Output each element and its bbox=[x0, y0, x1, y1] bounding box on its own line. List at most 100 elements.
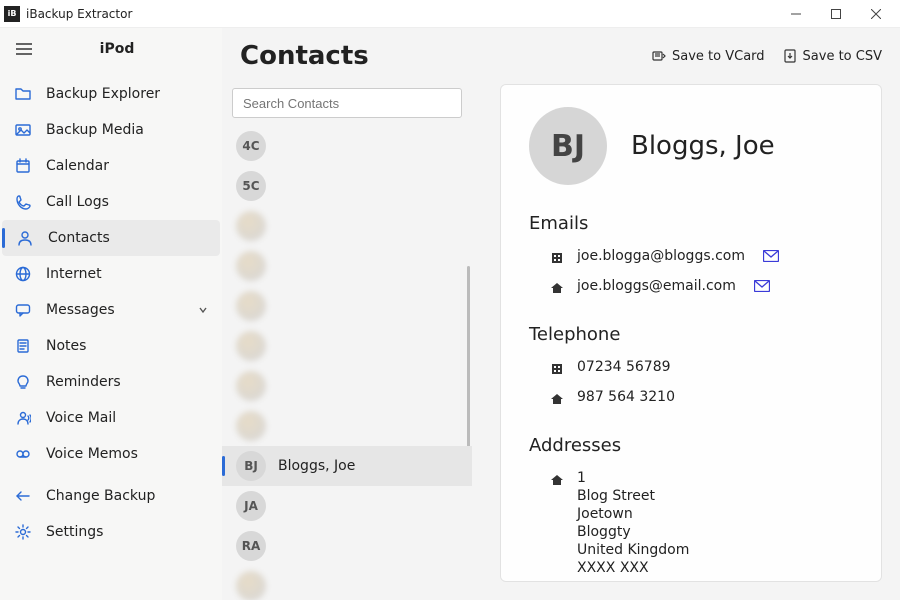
address-line: Bloggty bbox=[577, 524, 689, 540]
mail-icon[interactable] bbox=[754, 278, 770, 294]
sidebar-item-label: Voice Mail bbox=[46, 410, 116, 426]
work-icon bbox=[549, 250, 565, 266]
sidebar-item-change-backup[interactable]: Change Backup bbox=[0, 478, 222, 514]
app-icon: iB bbox=[4, 6, 20, 22]
sidebar-item-voice-memos[interactable]: Voice Memos bbox=[0, 436, 222, 472]
sidebar-item-settings[interactable]: Settings bbox=[0, 514, 222, 550]
nav-footer: Change Backup Settings bbox=[0, 472, 222, 600]
minimize-button[interactable] bbox=[776, 0, 816, 28]
nav-list: Backup Explorer Backup Media Calendar Call … bbox=[0, 70, 222, 472]
folder-icon bbox=[14, 85, 32, 103]
phone-icon bbox=[14, 193, 32, 211]
list-item[interactable]: JA bbox=[222, 486, 472, 526]
sidebar: iPod Backup ExplorerBackup MediaCalendar… bbox=[0, 28, 222, 600]
telephone-title: Telephone bbox=[529, 324, 853, 345]
message-icon bbox=[14, 301, 32, 319]
work-icon bbox=[549, 361, 565, 377]
sidebar-item-backup-media[interactable]: Backup Media bbox=[0, 112, 222, 148]
sidebar-item-label: Call Logs bbox=[46, 194, 109, 210]
list-item[interactable] bbox=[222, 246, 472, 286]
avatar bbox=[236, 211, 266, 241]
sidebar-item-label: Reminders bbox=[46, 374, 121, 390]
arrow-left-icon bbox=[14, 487, 32, 505]
toolbar: Contacts Save to VCard Save to CSV bbox=[222, 28, 900, 84]
sidebar-item-backup-explorer[interactable]: Backup Explorer bbox=[0, 76, 222, 112]
page-title: Contacts bbox=[240, 41, 369, 71]
sidebar-item-reminders[interactable]: Reminders bbox=[0, 364, 222, 400]
contact-list[interactable]: 4C 5C BJBloggs, Joe JA RA bbox=[222, 126, 472, 600]
list-item[interactable]: 4C bbox=[222, 126, 472, 166]
app-title: iBackup Extractor bbox=[26, 7, 132, 21]
contact-row-name: Bloggs, Joe bbox=[278, 458, 355, 474]
avatar bbox=[236, 371, 266, 401]
save-csv-label: Save to CSV bbox=[803, 49, 882, 64]
sidebar-item-label: Voice Memos bbox=[46, 446, 138, 462]
contact-card: BJ Bloggs, Joe Emails joe.blogga@bloggs.… bbox=[500, 84, 882, 582]
email-value: joe.bloggs@email.com bbox=[577, 278, 736, 294]
sidebar-item-call-logs[interactable]: Call Logs bbox=[0, 184, 222, 220]
list-item[interactable]: BJBloggs, Joe bbox=[222, 446, 472, 486]
sidebar-item-label: Notes bbox=[46, 338, 86, 354]
list-item[interactable] bbox=[222, 286, 472, 326]
list-item[interactable]: RA bbox=[222, 526, 472, 566]
sidebar-item-internet[interactable]: Internet bbox=[0, 256, 222, 292]
list-item[interactable] bbox=[222, 326, 472, 366]
gear-icon bbox=[14, 523, 32, 541]
list-item[interactable] bbox=[222, 206, 472, 246]
memo-icon bbox=[14, 445, 32, 463]
sidebar-item-notes[interactable]: Notes bbox=[0, 328, 222, 364]
emails-title: Emails bbox=[529, 213, 853, 234]
calendar-icon bbox=[14, 157, 32, 175]
emails-section: Emails joe.blogga@bloggs.com joe.bloggs@e… bbox=[529, 213, 853, 304]
chevron-down-icon bbox=[198, 305, 208, 315]
home-icon bbox=[549, 280, 565, 296]
sidebar-item-label: Backup Media bbox=[46, 122, 144, 138]
avatar bbox=[236, 291, 266, 321]
address-line: XXXX XXX bbox=[577, 560, 689, 576]
sidebar-item-voice-mail[interactable]: Voice Mail bbox=[0, 400, 222, 436]
email-value: joe.blogga@bloggs.com bbox=[577, 248, 745, 264]
save-vcard-label: Save to VCard bbox=[672, 49, 765, 64]
list-item[interactable] bbox=[222, 366, 472, 406]
voicemail-icon bbox=[14, 409, 32, 427]
sidebar-item-label: Calendar bbox=[46, 158, 109, 174]
phone-value: 07234 56789 bbox=[577, 359, 671, 375]
address-line: United Kingdom bbox=[577, 542, 689, 558]
list-item[interactable]: 5C bbox=[222, 166, 472, 206]
titlebar: iB iBackup Extractor bbox=[0, 0, 900, 28]
sidebar-item-label: Contacts bbox=[48, 230, 110, 246]
image-icon bbox=[14, 121, 32, 139]
save-vcard-button[interactable]: Save to VCard bbox=[652, 49, 765, 64]
avatar: 4C bbox=[236, 131, 266, 161]
sidebar-item-label: Change Backup bbox=[46, 488, 155, 504]
hamburger-icon[interactable] bbox=[10, 35, 38, 63]
home-icon bbox=[549, 472, 565, 488]
sidebar-item-label: Backup Explorer bbox=[46, 86, 160, 102]
note-icon bbox=[14, 337, 32, 355]
sidebar-item-contacts[interactable]: Contacts bbox=[2, 220, 220, 256]
address-line: Joetown bbox=[577, 506, 689, 522]
sidebar-item-label: Internet bbox=[46, 266, 102, 282]
sidebar-item-calendar[interactable]: Calendar bbox=[0, 148, 222, 184]
addresses-title: Addresses bbox=[529, 435, 853, 456]
list-item[interactable] bbox=[222, 566, 472, 600]
sidebar-item-label: Settings bbox=[46, 524, 103, 540]
email-row: joe.bloggs@email.com bbox=[529, 274, 853, 304]
telephone-section: Telephone 07234 56789 987 564 3210 bbox=[529, 324, 853, 415]
bulb-icon bbox=[14, 373, 32, 391]
mail-icon[interactable] bbox=[763, 248, 779, 264]
maximize-button[interactable] bbox=[816, 0, 856, 28]
avatar bbox=[236, 331, 266, 361]
phone-row: 987 564 3210 bbox=[529, 385, 853, 415]
avatar bbox=[236, 571, 266, 600]
address-lines: 1Blog StreetJoetownBloggtyUnited Kingdom… bbox=[577, 470, 689, 576]
avatar: JA bbox=[236, 491, 266, 521]
save-csv-button[interactable]: Save to CSV bbox=[783, 49, 882, 64]
avatar bbox=[236, 251, 266, 281]
list-item[interactable] bbox=[222, 406, 472, 446]
close-button[interactable] bbox=[856, 0, 896, 28]
contact-detail-column: BJ Bloggs, Joe Emails joe.blogga@bloggs.… bbox=[472, 84, 900, 600]
phone-row: 07234 56789 bbox=[529, 355, 853, 385]
sidebar-item-messages[interactable]: Messages bbox=[0, 292, 222, 328]
search-input[interactable] bbox=[232, 88, 462, 118]
